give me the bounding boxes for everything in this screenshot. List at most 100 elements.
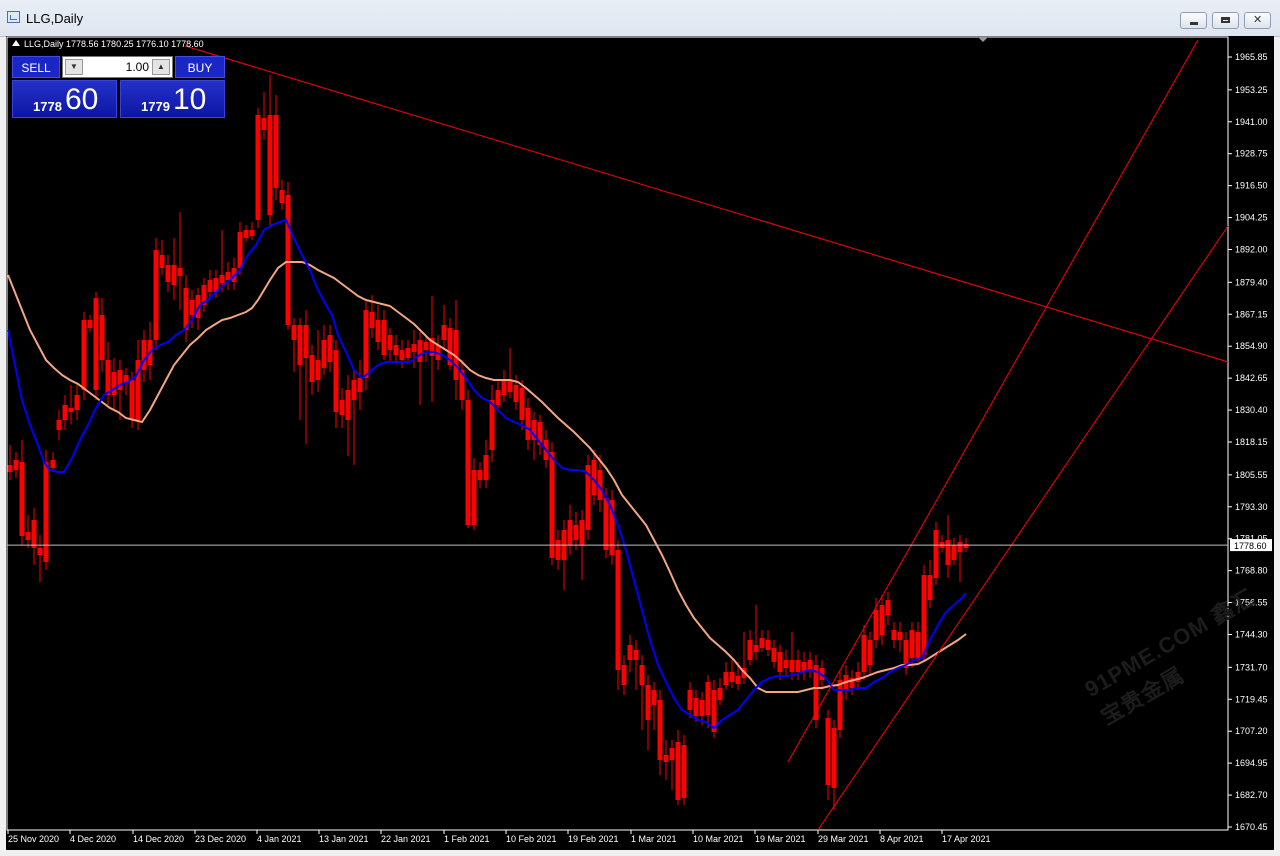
candle-body <box>555 540 561 560</box>
candle-body <box>669 748 675 760</box>
candle <box>225 262 231 290</box>
candle <box>387 328 393 362</box>
candle <box>50 452 56 472</box>
lot-increase-icon[interactable]: ▲ <box>152 59 170 75</box>
candle <box>747 630 753 665</box>
candle <box>861 625 867 680</box>
candle <box>285 182 291 330</box>
candle-body <box>873 610 879 640</box>
trendline-descending <box>184 45 1229 363</box>
candle <box>249 222 255 240</box>
buy-quote[interactable]: 1779 10 <box>120 80 225 118</box>
date-axis-label: 19 Mar 2021 <box>755 834 806 844</box>
candle-body <box>807 660 813 670</box>
candle-body <box>207 280 213 292</box>
candle-body <box>369 312 375 328</box>
candle-body <box>19 462 25 536</box>
buy-button[interactable]: BUY <box>175 56 225 78</box>
candle-body <box>267 115 273 215</box>
candle <box>74 385 80 420</box>
price-chart[interactable]: 1965.85 1953.25 1941.00 1928.75 1916.50 1904.… <box>0 0 1280 856</box>
candle-body <box>519 388 525 420</box>
price-axis-label: 1867.15 <box>1235 309 1268 319</box>
candle-body <box>273 115 279 188</box>
candle-body <box>68 408 74 412</box>
candle-body <box>639 665 645 685</box>
candle-body <box>777 652 783 672</box>
candle <box>31 508 37 565</box>
candle <box>19 440 25 545</box>
candle-body <box>513 385 519 402</box>
candle <box>837 670 843 738</box>
plot-frame <box>6 36 1229 831</box>
candle-body <box>933 530 939 578</box>
candle-body <box>111 372 117 395</box>
candle-body <box>399 350 405 360</box>
sell-quote[interactable]: 1778 60 <box>12 80 117 118</box>
candle <box>62 395 68 430</box>
candle <box>753 605 759 660</box>
candle <box>37 535 43 582</box>
candle <box>933 522 939 585</box>
candle-body <box>795 660 801 672</box>
candle <box>255 108 261 228</box>
candle-body <box>249 230 255 236</box>
candle-body <box>783 660 789 668</box>
candle <box>705 675 711 728</box>
candle-body <box>489 400 495 450</box>
candle <box>243 225 249 242</box>
sell-button[interactable]: SELL <box>12 56 60 78</box>
candle-body <box>261 118 267 130</box>
candle-body <box>165 265 171 282</box>
date-axis-label: 17 Apr 2021 <box>942 834 991 844</box>
candle <box>555 530 561 570</box>
price-axis-label: 1904.25 <box>1235 213 1268 223</box>
candle-body <box>321 340 327 368</box>
price-axis-label: 1805.55 <box>1235 470 1268 480</box>
candle <box>429 296 435 402</box>
date-axis-label: 14 Dec 2020 <box>133 834 184 844</box>
candle-body <box>56 420 62 430</box>
candle-body <box>663 755 669 762</box>
date-axis-label: 23 Dec 2020 <box>195 834 246 844</box>
candle <box>105 342 111 405</box>
candle <box>291 318 297 372</box>
candle-body <box>891 630 897 640</box>
candle <box>351 370 357 465</box>
candle-body <box>621 665 627 685</box>
candle <box>807 652 813 678</box>
candle-body <box>303 325 309 358</box>
lot-size-field[interactable]: ▼ 1.00 ▲ <box>62 56 173 78</box>
date-axis-label: 13 Jan 2021 <box>319 834 369 844</box>
candle-body <box>699 700 705 716</box>
candle-body <box>885 600 891 615</box>
candle <box>657 690 663 775</box>
candle-body <box>915 632 921 660</box>
date-axis-label: 19 Feb 2021 <box>568 834 619 844</box>
candle <box>267 75 273 225</box>
candle-body <box>735 676 741 684</box>
candle <box>165 255 171 292</box>
lot-decrease-icon[interactable]: ▼ <box>65 59 83 75</box>
lot-size-value[interactable]: 1.00 <box>87 57 149 77</box>
candle <box>945 515 951 578</box>
candle-body <box>417 340 423 362</box>
candle <box>297 318 303 420</box>
candle <box>849 670 855 695</box>
buy-price-big: 10 <box>173 83 207 116</box>
price-axis-label: 1953.25 <box>1235 85 1268 95</box>
price-axis-label: 1707.20 <box>1235 726 1268 736</box>
candle-body <box>309 355 315 382</box>
candle <box>537 415 543 455</box>
candle <box>465 390 471 528</box>
price-axis-label: 1694.95 <box>1235 758 1268 768</box>
candle <box>585 455 591 540</box>
candle <box>471 458 477 530</box>
candle <box>645 675 651 750</box>
candle-body <box>243 230 249 238</box>
candle-body <box>255 115 261 220</box>
candle-body <box>729 672 735 682</box>
candle-body <box>477 470 483 480</box>
candle <box>711 680 717 738</box>
candle <box>345 375 351 456</box>
